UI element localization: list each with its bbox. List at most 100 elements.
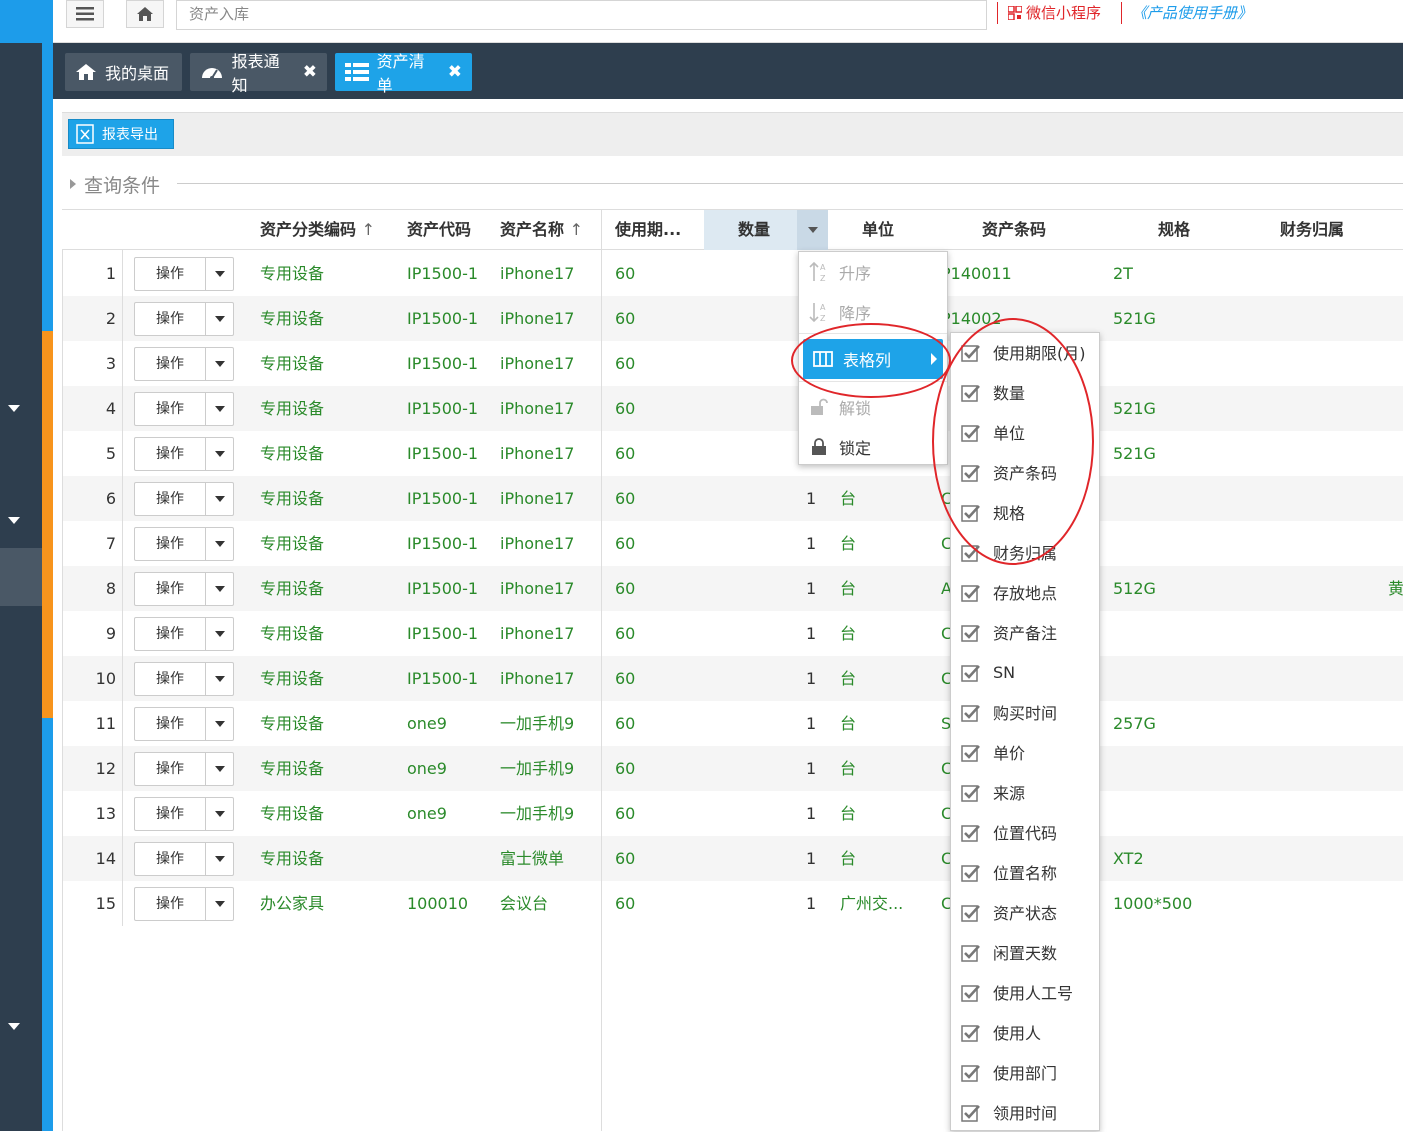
header-period[interactable]: 使用期... <box>615 210 681 250</box>
checkbox-checked-icon[interactable] <box>961 983 980 1002</box>
operation-dropdown-button[interactable]: 操作 <box>134 752 234 786</box>
checkbox-checked-icon[interactable] <box>961 943 980 962</box>
home-button[interactable] <box>126 0 164 28</box>
column-toggle-item[interactable]: 购买时间 <box>951 692 1099 732</box>
header-qty[interactable]: 数量 <box>738 210 770 250</box>
operation-dropdown-button[interactable]: 操作 <box>134 527 234 561</box>
chevron-down-icon[interactable] <box>8 405 20 412</box>
operation-caret[interactable] <box>206 528 233 560</box>
cell-extra: 黄 <box>1388 579 1403 598</box>
operation-dropdown-button[interactable]: 操作 <box>134 392 234 426</box>
cell-period: 60 <box>615 624 636 643</box>
checkbox-checked-icon[interactable] <box>961 823 980 842</box>
cell-name: iPhone17 <box>500 624 575 643</box>
operation-dropdown-button[interactable]: 操作 <box>134 257 234 291</box>
miniprogram-link[interactable]: 微信小程序 <box>1008 2 1101 23</box>
operation-dropdown-button[interactable]: 操作 <box>134 482 234 516</box>
cell-category: 专用设备 <box>260 399 325 418</box>
chevron-down-icon <box>214 541 225 547</box>
column-toggle-item[interactable]: 使用人工号 <box>951 972 1099 1012</box>
svg-text:Z: Z <box>820 314 826 323</box>
header-unit[interactable]: 单位 <box>862 210 894 250</box>
column-menu-trigger[interactable] <box>797 210 828 250</box>
close-icon[interactable]: ✖ <box>303 62 317 82</box>
cell-spec: 512G <box>1113 579 1156 598</box>
checkbox-checked-icon[interactable] <box>961 1103 980 1122</box>
header-finance[interactable]: 财务归属 <box>1280 210 1344 250</box>
checkbox-checked-icon[interactable] <box>961 623 980 642</box>
column-toggle-item[interactable]: SN <box>951 652 1099 692</box>
checkbox-checked-icon[interactable] <box>961 1063 980 1082</box>
operation-caret[interactable] <box>206 798 233 830</box>
cell-spec: 1000*500 <box>1113 894 1193 913</box>
cell-code: IP1500-1 <box>407 309 479 328</box>
column-toggle-item[interactable]: 资产备注 <box>951 612 1099 652</box>
operation-caret[interactable] <box>206 258 233 290</box>
tab-report-notice[interactable]: 报表通知 ✖ <box>190 52 327 95</box>
chevron-down-icon[interactable] <box>8 1023 20 1030</box>
operation-dropdown-button[interactable]: 操作 <box>134 437 234 471</box>
column-toggle-item[interactable]: 领用时间 <box>951 1092 1099 1132</box>
chevron-down-icon <box>214 271 225 277</box>
chevron-down-icon[interactable] <box>8 517 20 524</box>
menu-item-5[interactable]: 锁定 <box>799 427 947 467</box>
column-toggle-item[interactable]: 单价 <box>951 732 1099 772</box>
header-category[interactable]: 资产分类编码 ↑ <box>260 210 375 250</box>
menu-toggle-button[interactable] <box>66 0 104 28</box>
manual-link[interactable]: 《产品使用手册》 <box>1132 2 1252 23</box>
operation-caret[interactable] <box>206 843 233 875</box>
operation-dropdown-button[interactable]: 操作 <box>134 842 234 876</box>
checkbox-checked-icon[interactable] <box>961 903 980 922</box>
column-toggle-item[interactable]: 使用部门 <box>951 1052 1099 1092</box>
operation-caret[interactable] <box>206 753 233 785</box>
row-index: 3 <box>105 354 116 373</box>
operation-dropdown-button[interactable]: 操作 <box>134 347 234 381</box>
operation-dropdown-button[interactable]: 操作 <box>134 617 234 651</box>
checkbox-checked-icon[interactable] <box>961 703 980 722</box>
operation-caret[interactable] <box>206 303 233 335</box>
operation-caret[interactable] <box>206 663 233 695</box>
operation-label: 操作 <box>135 843 206 875</box>
operation-caret[interactable] <box>206 573 233 605</box>
column-toggle-item[interactable]: 位置名称 <box>951 852 1099 892</box>
operation-dropdown-button[interactable]: 操作 <box>134 662 234 696</box>
checkbox-checked-icon[interactable] <box>961 583 980 602</box>
operation-caret[interactable] <box>206 483 233 515</box>
column-toggle-item[interactable]: 位置代码 <box>951 812 1099 852</box>
rail-selected-item[interactable] <box>0 548 42 606</box>
header-name[interactable]: 资产名称 ↑ <box>500 210 583 250</box>
header-barcode[interactable]: 资产条码 <box>982 210 1046 250</box>
checkbox-checked-icon[interactable] <box>961 783 980 802</box>
operation-dropdown-button[interactable]: 操作 <box>134 887 234 921</box>
column-toggle-item[interactable]: 使用人 <box>951 1012 1099 1052</box>
operation-caret[interactable] <box>206 708 233 740</box>
operation-label: 操作 <box>135 438 206 470</box>
column-toggle-item[interactable]: 闲置天数 <box>951 932 1099 972</box>
operation-caret[interactable] <box>206 888 233 920</box>
chevron-down-icon <box>214 721 225 727</box>
operation-caret[interactable] <box>206 438 233 470</box>
operation-dropdown-button[interactable]: 操作 <box>134 797 234 831</box>
operation-caret[interactable] <box>206 393 233 425</box>
header-spec[interactable]: 规格 <box>1158 210 1190 250</box>
operation-caret[interactable] <box>206 618 233 650</box>
operation-dropdown-button[interactable]: 操作 <box>134 572 234 606</box>
export-report-button[interactable]: 报表导出 <box>68 119 174 149</box>
cell-category: 专用设备 <box>260 309 325 328</box>
close-icon[interactable]: ✖ <box>448 62 462 82</box>
column-toggle-item[interactable]: 资产状态 <box>951 892 1099 932</box>
operation-label: 操作 <box>135 393 206 425</box>
operation-dropdown-button[interactable]: 操作 <box>134 302 234 336</box>
tab-asset-list[interactable]: 资产清单 ✖ <box>335 52 472 95</box>
query-conditions-toggle[interactable]: 查询条件 <box>70 170 160 198</box>
operation-caret[interactable] <box>206 348 233 380</box>
checkbox-checked-icon[interactable] <box>961 863 980 882</box>
checkbox-checked-icon[interactable] <box>961 743 980 762</box>
checkbox-checked-icon[interactable] <box>961 1023 980 1042</box>
tab-desktop[interactable]: 我的桌面 <box>65 53 182 91</box>
column-toggle-item[interactable]: 来源 <box>951 772 1099 812</box>
checkbox-checked-icon[interactable] <box>961 663 980 682</box>
column-toggle-item[interactable]: 存放地点 <box>951 572 1099 612</box>
operation-dropdown-button[interactable]: 操作 <box>134 707 234 741</box>
header-code[interactable]: 资产代码 <box>407 210 471 250</box>
